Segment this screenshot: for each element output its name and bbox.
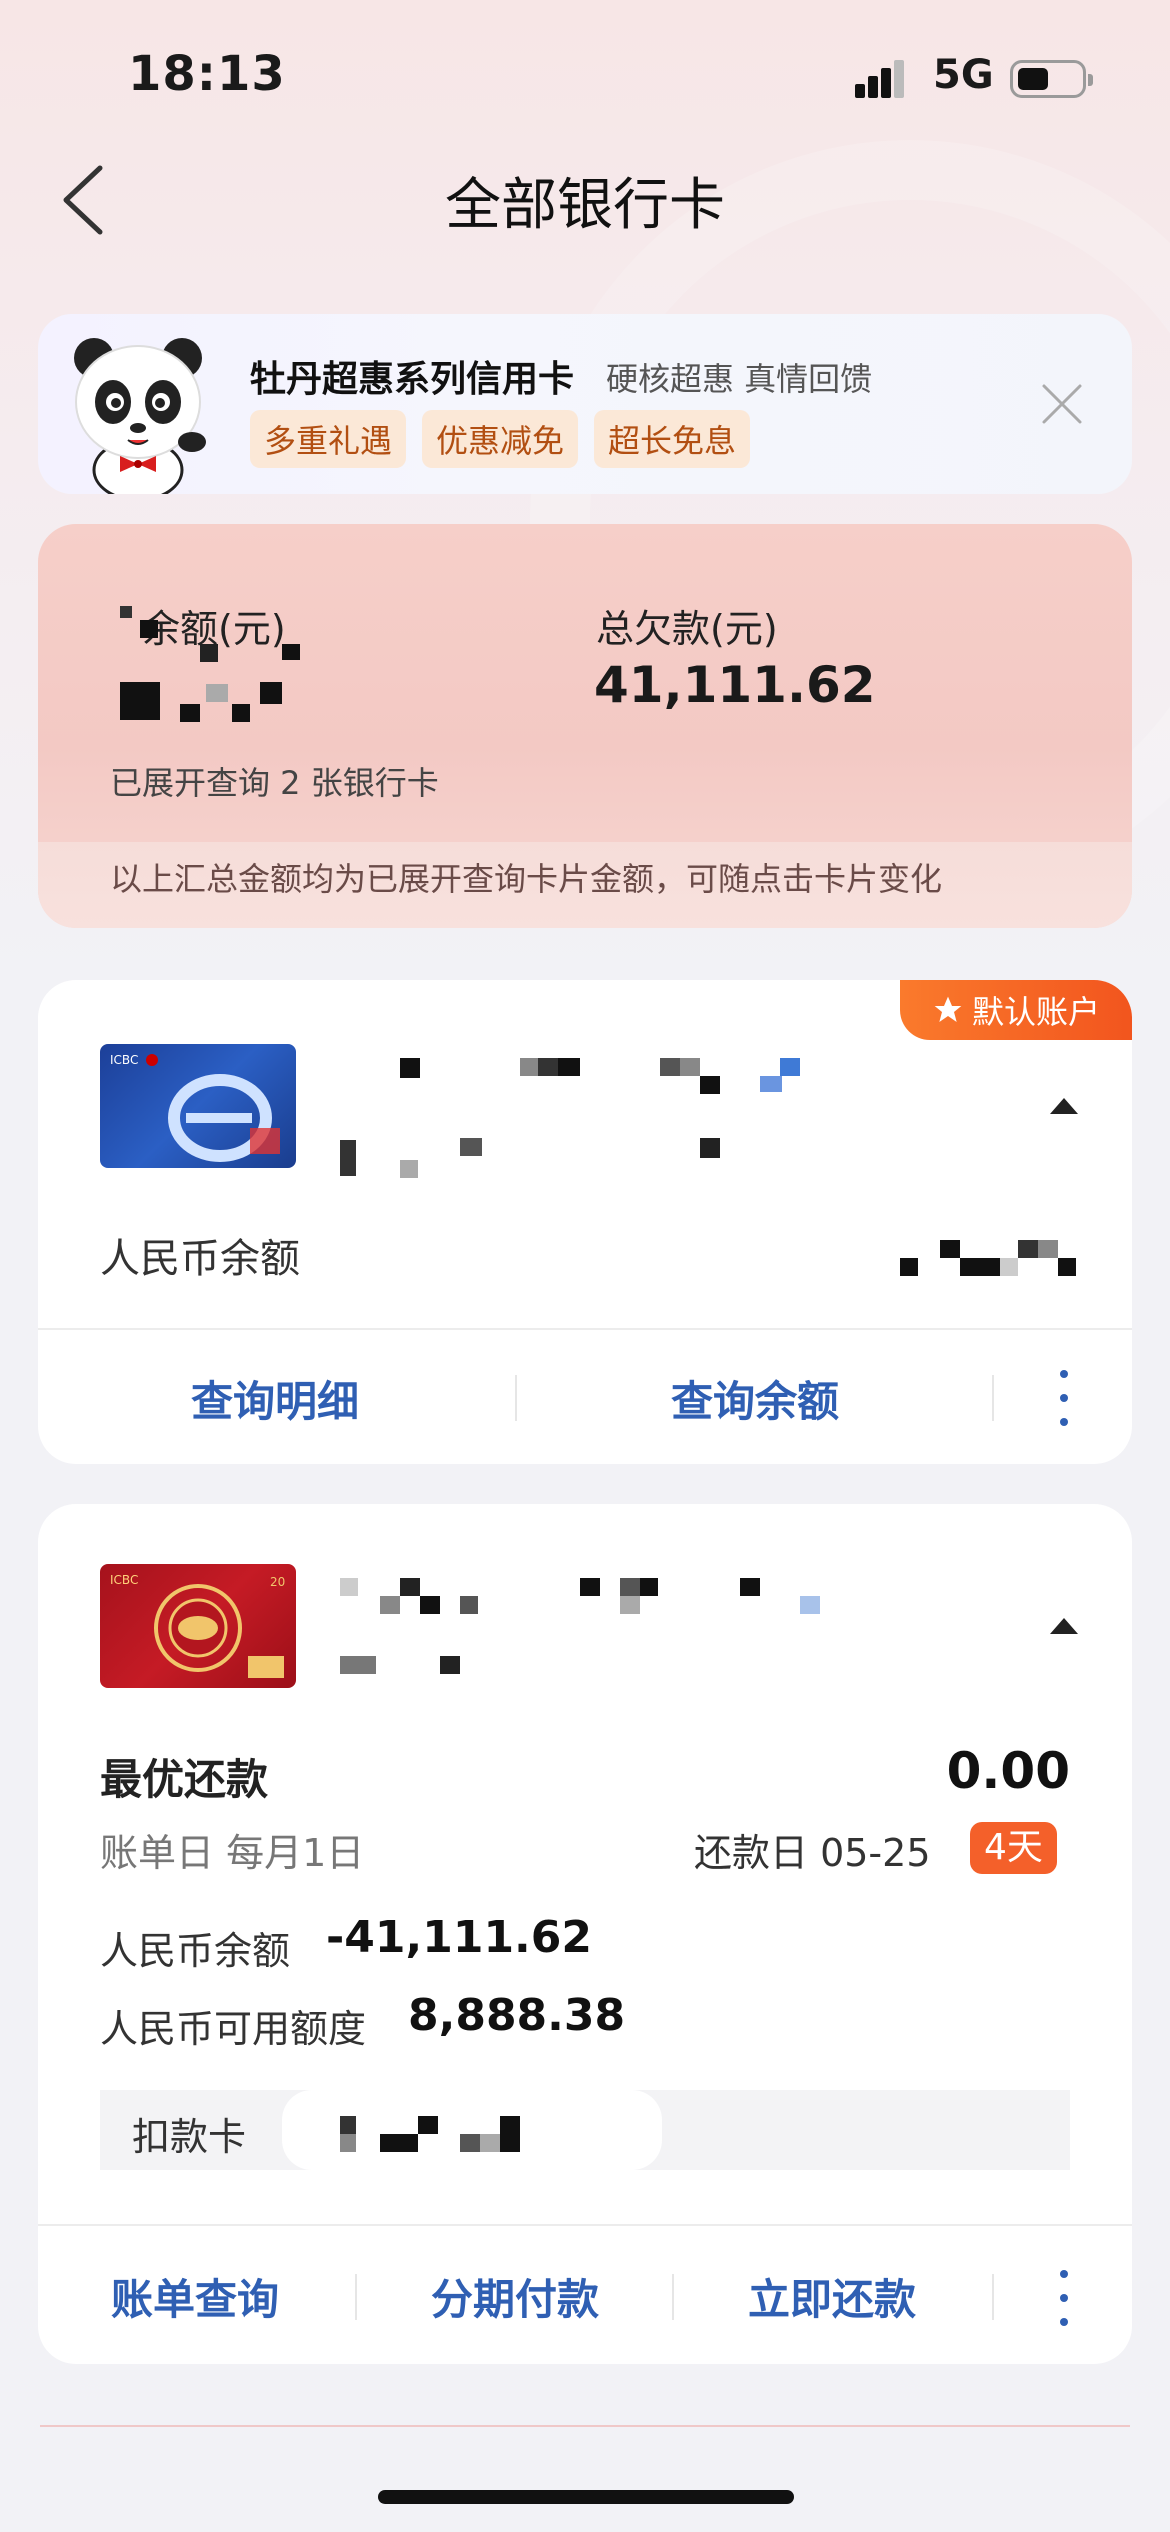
cellular-signal-icon xyxy=(855,58,917,98)
collapse-button[interactable] xyxy=(1044,1094,1084,1124)
network-type: 5G xyxy=(933,52,994,98)
redacted-card-number xyxy=(330,1574,830,1684)
more-vertical-icon[interactable] xyxy=(1054,2270,1074,2326)
redacted-balance xyxy=(896,1238,1082,1278)
best-repay-value: 0.00 xyxy=(946,1742,1070,1800)
svg-text:20: 20 xyxy=(270,1575,285,1589)
icbc-credit-card-image: ICBC 20 xyxy=(100,1564,296,1688)
repay-now-button[interactable]: 立即还款 xyxy=(697,2266,967,2327)
star-icon xyxy=(934,996,962,1022)
close-icon xyxy=(1042,384,1082,424)
expanded-card-count: 已展开查询 2 张银行卡 xyxy=(110,764,439,802)
query-balance-button[interactable]: 查询余额 xyxy=(580,1368,930,1429)
divider xyxy=(992,1375,994,1421)
debit-card-label: 扣款卡 xyxy=(132,2115,247,2159)
best-repay-label: 最优还款 xyxy=(100,1755,269,1804)
summary-note: 以上汇总金额均为已展开查询卡片金额，可随点击卡片变化 xyxy=(110,860,943,898)
close-button[interactable] xyxy=(1040,382,1084,426)
divider xyxy=(40,2425,1130,2427)
bill-query-button[interactable]: 账单查询 xyxy=(60,2266,330,2327)
promo-tag: 优惠减免 xyxy=(422,410,579,468)
page-title: 全部银行卡 xyxy=(445,173,725,238)
credit-rmb-balance-label: 人民币余额 xyxy=(100,1929,291,1973)
redacted-mask xyxy=(110,600,310,724)
status-time: 18:13 xyxy=(128,46,286,102)
home-indicator[interactable] xyxy=(378,2490,794,2504)
rmb-balance-label: 人民币余额 xyxy=(100,1236,300,1282)
divider xyxy=(992,2274,994,2320)
credit-rmb-balance-value: -41,111.62 xyxy=(326,1912,592,1963)
promo-tags: 多重礼遇 优惠减免 超长免息 xyxy=(250,410,751,468)
promo-title: 牡丹超惠系列信用卡 xyxy=(250,359,575,400)
available-credit-label: 人民币可用额度 xyxy=(100,2007,367,2051)
default-account-badge: 默认账户 xyxy=(900,980,1132,1040)
promo-tag: 多重礼遇 xyxy=(250,410,407,468)
redacted-debit-card xyxy=(282,2090,662,2170)
available-credit-value: 8,888.38 xyxy=(408,1990,626,2041)
default-account-label: 默认账户 xyxy=(971,993,1100,1031)
collapse-button[interactable] xyxy=(1044,1614,1084,1644)
promo-tag: 超长免息 xyxy=(594,410,751,468)
bill-day: 账单日 每月1日 xyxy=(100,1831,365,1875)
promo-subtitle: 硬核超惠 真情回馈 xyxy=(606,360,873,398)
due-date: 还款日 05-25 xyxy=(694,1831,931,1875)
query-details-button[interactable]: 查询明细 xyxy=(100,1368,450,1429)
divider xyxy=(672,2274,674,2320)
divider xyxy=(355,2274,357,2320)
divider xyxy=(38,1328,1132,1330)
svg-text:ICBC: ICBC xyxy=(110,1573,138,1587)
total-debt-value: 41,111.62 xyxy=(594,656,876,714)
chevron-up-icon xyxy=(1050,1618,1078,1634)
installment-button[interactable]: 分期付款 xyxy=(380,2266,650,2327)
svg-text:ICBC: ICBC xyxy=(110,1053,138,1067)
battery-icon xyxy=(1010,60,1093,98)
divider xyxy=(515,1375,517,1421)
days-left-badge: 4天 xyxy=(970,1822,1057,1874)
icbc-debit-card-image: ICBC xyxy=(100,1044,296,1168)
total-debt-label: 总欠款(元) xyxy=(596,607,778,651)
divider xyxy=(38,2224,1132,2226)
chevron-up-icon xyxy=(1050,1098,1078,1114)
panda-mascot-image xyxy=(58,330,218,502)
more-vertical-icon[interactable] xyxy=(1054,1370,1074,1426)
redacted-card-number xyxy=(330,1050,850,1180)
